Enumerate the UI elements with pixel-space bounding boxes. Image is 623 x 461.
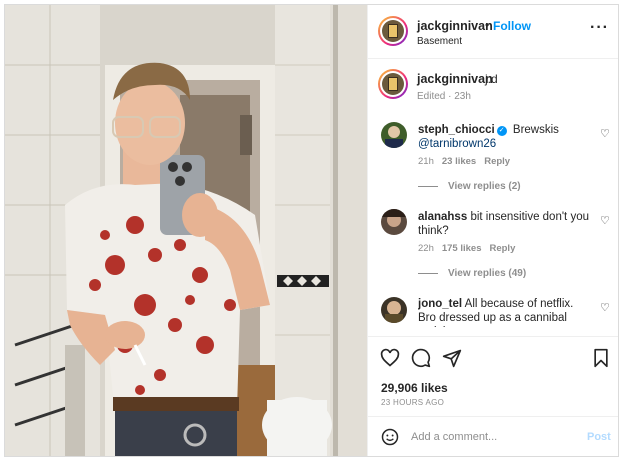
comment-username[interactable]: jono_tel bbox=[418, 298, 462, 310]
comment-likes[interactable]: 23 likes bbox=[442, 156, 476, 167]
comment-text: Brewskis bbox=[512, 124, 559, 136]
comment-meta: 22h 175 likes Reply bbox=[418, 243, 523, 254]
add-comment-bar: Add a comment... Post bbox=[368, 416, 618, 456]
comment-body: jono_tel All because of netflix. Bro dre… bbox=[418, 297, 593, 327]
separator-dot: • bbox=[485, 18, 490, 32]
view-replies-button[interactable]: View replies (2) bbox=[418, 181, 521, 192]
post-header: jackginnivan • Follow Basement ··· bbox=[368, 5, 618, 59]
caption-avatar[interactable] bbox=[378, 69, 408, 99]
caption-text: j.d bbox=[485, 72, 498, 86]
mirror-selfie-image bbox=[5, 5, 367, 456]
comment-username[interactable]: alanahss bbox=[418, 211, 467, 223]
post-comment-button[interactable]: Post bbox=[587, 431, 611, 443]
reply-button[interactable]: Reply bbox=[484, 156, 510, 167]
instagram-post-modal: jackginnivan • Follow Basement ··· jackg… bbox=[4, 4, 619, 457]
post-date: 23 HOURS AGO bbox=[381, 398, 445, 407]
follow-button[interactable]: Follow bbox=[493, 19, 531, 33]
comment-input[interactable]: Add a comment... bbox=[411, 431, 497, 443]
caption-username[interactable]: jackginnivan bbox=[417, 72, 493, 86]
heart-icon[interactable] bbox=[380, 348, 400, 368]
comment-icon[interactable] bbox=[411, 348, 431, 368]
comment-likes[interactable]: 175 likes bbox=[442, 243, 482, 254]
comment-meta: 21h 23 likes Reply bbox=[418, 156, 518, 167]
author-username[interactable]: jackginnivan bbox=[417, 19, 493, 33]
location-link[interactable]: Basement bbox=[417, 36, 462, 47]
view-replies-button[interactable]: View replies (49) bbox=[418, 268, 526, 279]
more-options-icon[interactable]: ··· bbox=[590, 19, 609, 37]
share-icon[interactable] bbox=[442, 348, 462, 368]
post-photo bbox=[5, 5, 367, 456]
author-avatar[interactable] bbox=[378, 16, 408, 46]
comment-like-heart-icon[interactable]: ♡ bbox=[600, 214, 610, 227]
comment-mention[interactable]: @tarnibrown26 bbox=[418, 138, 496, 150]
verified-icon: ✓ bbox=[496, 126, 507, 136]
comment-time: 21h bbox=[418, 156, 434, 167]
like-count[interactable]: 29,906 likes bbox=[381, 381, 448, 395]
comment-body: alanahss bit insensitive don't you think… bbox=[418, 210, 593, 238]
emoji-icon[interactable] bbox=[381, 428, 399, 446]
caption-edited-time: Edited · 23h bbox=[417, 91, 471, 102]
comment-avatar[interactable] bbox=[381, 297, 407, 323]
comment-like-heart-icon[interactable]: ♡ bbox=[600, 301, 610, 314]
comment-time: 22h bbox=[418, 243, 434, 254]
post-actions-bar: 29,906 likes 23 HOURS AGO bbox=[368, 336, 618, 424]
comment-body: steph_chiocci ✓ Brewskis @tarnibrown26 bbox=[418, 123, 593, 151]
comment-like-heart-icon[interactable]: ♡ bbox=[600, 127, 610, 140]
comment-username[interactable]: steph_chiocci bbox=[418, 124, 495, 136]
bookmark-icon[interactable] bbox=[591, 348, 611, 368]
post-side-panel: jackginnivan • Follow Basement ··· jackg… bbox=[367, 5, 618, 456]
comment-avatar[interactable] bbox=[381, 209, 407, 235]
reply-button[interactable]: Reply bbox=[489, 243, 515, 254]
comment-avatar[interactable] bbox=[381, 122, 407, 148]
